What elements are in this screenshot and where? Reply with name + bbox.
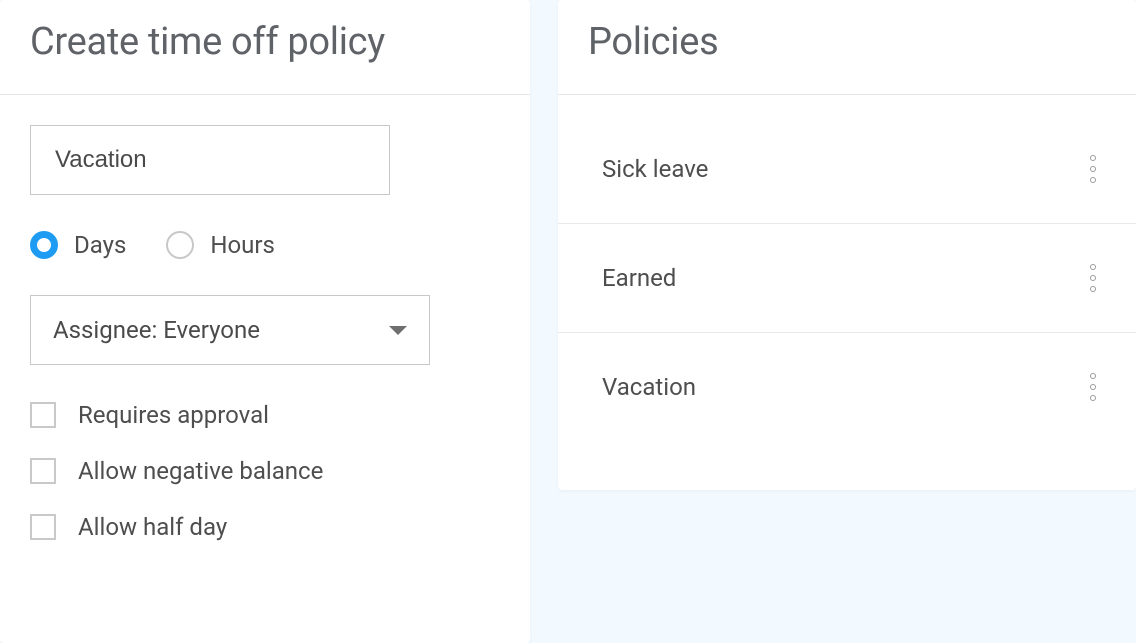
checkbox-unchecked-icon xyxy=(30,514,56,540)
unit-hours-radio[interactable]: Hours xyxy=(166,231,275,259)
create-policy-panel: Create time off policy Days Hours Assign… xyxy=(0,0,530,643)
unit-hours-label: Hours xyxy=(210,231,275,259)
unit-days-label: Days xyxy=(74,231,126,259)
policy-name-label: Earned xyxy=(602,264,676,292)
unit-radio-group: Days Hours xyxy=(30,231,500,259)
policy-row[interactable]: Vacation xyxy=(558,333,1136,441)
allow-negative-checkbox[interactable]: Allow negative balance xyxy=(30,457,500,485)
policies-list: Sick leave Earned Vacation xyxy=(558,95,1136,441)
policy-row[interactable]: Earned xyxy=(558,224,1136,333)
requires-approval-label: Requires approval xyxy=(78,401,269,429)
policies-panel: Policies Sick leave Earned Vacation xyxy=(558,0,1136,490)
create-policy-form: Days Hours Assignee: Everyone Requires a… xyxy=(0,95,530,541)
radio-selected-icon xyxy=(30,231,58,259)
allow-half-day-checkbox[interactable]: Allow half day xyxy=(30,513,500,541)
more-vertical-icon[interactable] xyxy=(1084,258,1102,298)
policies-title: Policies xyxy=(588,20,1106,64)
create-policy-title: Create time off policy xyxy=(30,20,500,64)
policy-name-label: Sick leave xyxy=(602,155,708,183)
radio-unselected-icon xyxy=(166,231,194,259)
checkbox-unchecked-icon xyxy=(30,458,56,484)
checkbox-unchecked-icon xyxy=(30,402,56,428)
allow-half-day-label: Allow half day xyxy=(78,513,227,541)
policies-header: Policies xyxy=(558,0,1136,95)
chevron-down-icon xyxy=(389,326,407,335)
more-vertical-icon[interactable] xyxy=(1084,367,1102,407)
policy-name-input[interactable] xyxy=(30,125,390,195)
policy-name-label: Vacation xyxy=(602,373,696,401)
policy-row[interactable]: Sick leave xyxy=(558,115,1136,224)
requires-approval-checkbox[interactable]: Requires approval xyxy=(30,401,500,429)
assignee-select-label: Assignee: Everyone xyxy=(53,316,260,344)
allow-negative-label: Allow negative balance xyxy=(78,457,323,485)
assignee-select[interactable]: Assignee: Everyone xyxy=(30,295,430,365)
unit-days-radio[interactable]: Days xyxy=(30,231,126,259)
more-vertical-icon[interactable] xyxy=(1084,149,1102,189)
create-policy-header: Create time off policy xyxy=(0,0,530,95)
